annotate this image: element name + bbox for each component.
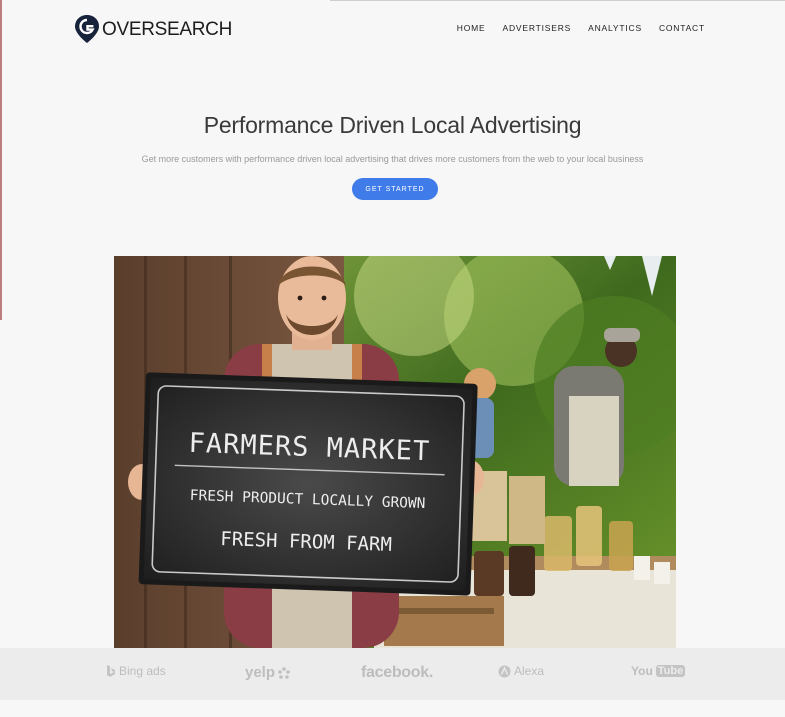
nav-advertisers[interactable]: ADVERTISERS <box>502 23 571 33</box>
get-started-button[interactable]: GET STARTED <box>352 178 438 200</box>
nav-home[interactable]: HOME <box>457 23 486 33</box>
youtube-logo: You Tube <box>631 664 686 678</box>
hero-photo: FARMERS MARKET FRESH PRODUCT LOCALLY GRO… <box>114 256 676 648</box>
yelp-label: yelp <box>245 664 276 681</box>
youtube-tube-label: Tube <box>655 665 686 677</box>
yelp-burst-icon <box>278 666 290 679</box>
nav-analytics[interactable]: ANALYTICS <box>588 23 642 33</box>
nav-contact[interactable]: CONTACT <box>659 23 705 33</box>
facebook-label: facebook. <box>361 664 433 681</box>
brand-name: OVERSEARCH <box>102 19 233 40</box>
alexa-label: Alexa <box>514 664 545 678</box>
farmers-market-photo: FARMERS MARKET FRESH PRODUCT LOCALLY GRO… <box>114 256 676 648</box>
hero-title: Performance Driven Local Advertising <box>203 112 582 138</box>
yelp-logo: yelp <box>245 664 290 681</box>
page-bottom <box>0 700 785 717</box>
partner-logo-strip: Bing ads yelp facebook. Alexa You Tube <box>0 648 785 700</box>
facebook-logo: facebook. <box>361 664 433 682</box>
site-logo[interactable]: OVERSEARCH <box>74 14 232 44</box>
bing-ads-label: Bing ads <box>119 664 166 678</box>
page: OVERSEARCH HOME ADVERTISERS ANALYTICS CO… <box>0 0 785 717</box>
site-header: OVERSEARCH HOME ADVERTISERS ANALYTICS CO… <box>0 0 785 58</box>
alexa-icon <box>498 665 511 677</box>
youtube-you-label: You <box>631 664 653 678</box>
bing-icon <box>107 665 115 677</box>
bing-ads-logo: Bing ads <box>106 664 166 678</box>
alexa-logo: Alexa <box>498 664 544 678</box>
main-nav: HOME ADVERTISERS ANALYTICS CONTACT <box>457 23 705 33</box>
hero-subtitle: Get more customers with performance driv… <box>141 154 644 164</box>
location-pin-logo-icon <box>75 15 99 43</box>
